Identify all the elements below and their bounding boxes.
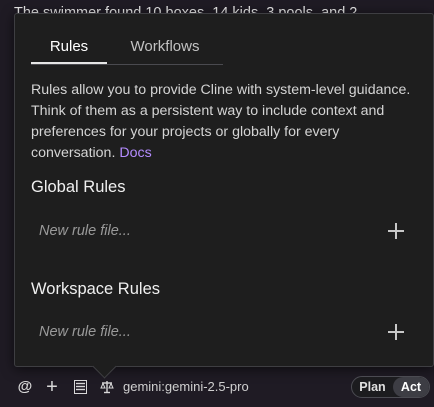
plan-mode-button[interactable]: Plan [352,377,393,397]
workspace-rule-placeholder[interactable]: New rule file... [31,324,131,340]
at-mention-icon[interactable]: @ [17,374,33,400]
workspace-rules-title: Workspace Rules [31,280,160,298]
docs-link[interactable]: Docs [119,145,151,161]
tab-workflows[interactable]: Workflows [107,34,223,64]
act-mode-button[interactable]: Act [393,377,429,397]
scale-balance-icon[interactable] [99,374,115,400]
add-workspace-rule-plus-icon[interactable] [386,322,406,342]
global-rule-placeholder[interactable]: New rule file... [31,223,131,239]
add-global-rule-plus-icon[interactable] [386,221,406,241]
plan-act-toggle[interactable]: Plan Act [351,376,430,398]
bottom-toolbar: @ + gemini:gemini-2.5-pro Plan Act [0,374,434,400]
rules-manager-icon[interactable] [72,374,88,400]
rules-popover: Rules Workflows Rules allow you to provi… [14,13,434,367]
global-rules-title: Global Rules [31,178,126,196]
rules-tabs: Rules Workflows [31,34,223,65]
model-selector[interactable]: gemini:gemini-2.5-pro [123,374,249,400]
workspace-rule-input[interactable]: New rule file... [31,313,414,351]
rules-description: Rules allow you to provide Cline with sy… [31,80,426,164]
tab-rules[interactable]: Rules [31,34,107,64]
add-context-icon[interactable]: + [43,374,61,400]
description-text: Rules allow you to provide Cline with sy… [31,82,411,161]
global-rule-input[interactable]: New rule file... [31,212,414,250]
